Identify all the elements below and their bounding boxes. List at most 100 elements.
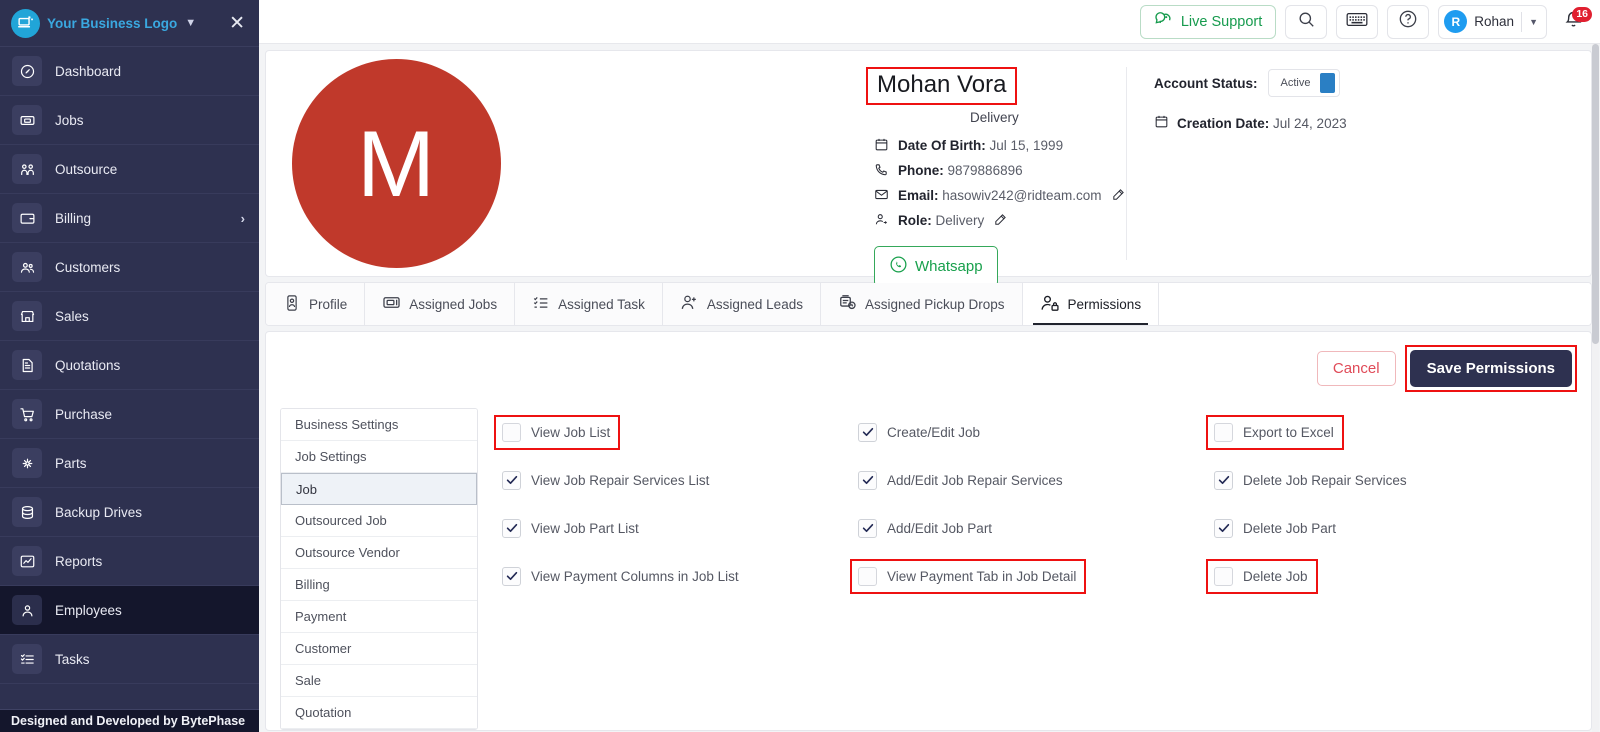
permission-toggle-view-payment-columns-in-job-list[interactable]: View Payment Columns in Job List [496,561,747,592]
dashboard-icon [12,56,42,86]
checkbox-icon[interactable] [1214,422,1233,442]
checkbox-icon[interactable] [858,470,877,490]
save-button-highlight: Save Permissions [1404,345,1577,392]
permission-category-outsource-vendor[interactable]: Outsource Vendor [281,537,477,569]
tab-assigned-leads[interactable]: Assigned Leads [662,283,821,325]
mail-icon [874,187,889,205]
profile-field-role: Role: Delivery [874,208,1126,233]
permission-toggle-add-edit-job-part[interactable]: Add/Edit Job Part [852,513,1000,544]
permission-toggle-export-to-excel[interactable]: Export to Excel [1206,414,1344,450]
permission-category-label: Sale [295,673,322,688]
backup-drives-icon [12,497,42,527]
sidebar-item-quotations[interactable]: Quotations [0,341,259,390]
live-support-button[interactable]: Live Support [1139,4,1277,39]
tab-assigned-task[interactable]: Assigned Task [515,283,663,325]
permission-toggle-view-payment-tab-in-job-detail[interactable]: View Payment Tab in Job Detail [849,558,1087,594]
status-badge-label: Active [1280,77,1311,89]
save-permissions-button[interactable]: Save Permissions [1409,350,1572,387]
notifications-button[interactable]: 16 [1556,5,1592,39]
permission-toggle-view-job-part-list[interactable]: View Job Part List [496,513,647,544]
scrollbar-thumb[interactable] [1592,44,1599,344]
checkbox-icon[interactable] [502,470,521,490]
permission-toggle-delete-job[interactable]: Delete Job [1206,558,1318,594]
permission-category-billing[interactable]: Billing [281,569,477,601]
checkbox-icon[interactable] [502,566,521,586]
permission-toggle-view-job-list[interactable]: View Job List [493,414,621,450]
sidebar-item-label: Tasks [55,651,90,667]
tab-label: Assigned Jobs [409,296,498,312]
sidebar-item-purchase[interactable]: Purchase [0,390,259,439]
permission-label: View Job List [531,424,611,440]
chevron-right-icon[interactable]: › [241,211,245,226]
checkbox-icon[interactable] [1214,470,1233,490]
permission-category-payment[interactable]: Payment [281,601,477,633]
chevron-down-icon[interactable]: ▼ [185,17,196,29]
tab-permissions[interactable]: Permissions [1022,283,1160,325]
permission-category-outsourced-job[interactable]: Outsourced Job [281,505,477,537]
sidebar-item-jobs[interactable]: Jobs [0,96,259,145]
checkbox-icon[interactable] [858,518,877,538]
permission-row: View Job Repair Services List Add/Edit Jo… [496,456,1577,504]
profile-field-label: Email: [898,188,939,203]
permission-label: View Payment Tab in Job Detail [887,568,1077,584]
account-status-label: Account Status: [1154,75,1258,91]
checkbox-icon[interactable] [1214,518,1233,538]
employee-name-highlight: Mohan Vora [866,67,1018,105]
sidebar-item-outsource[interactable]: Outsource [0,145,259,194]
divider [1521,11,1523,32]
sidebar-item-label: Parts [55,455,87,471]
status-toggle-knob[interactable] [1320,73,1336,93]
avatar: R [1444,10,1468,33]
edit-icon[interactable] [993,212,1008,230]
permission-category-business-settings[interactable]: Business Settings [281,409,477,441]
employee-profile-card: M Mohan Vora Delivery Date Of Birth: Jul… [265,50,1592,287]
permission-category-quotation[interactable]: Quotation [281,697,477,729]
cancel-button[interactable]: Cancel [1316,351,1396,386]
sidebar-item-tasks[interactable]: Tasks [0,635,259,684]
permission-category-label: Quotation [295,705,352,720]
permission-cell: Add/Edit Job Repair Services [852,465,1208,496]
whatsapp-button[interactable]: Whatsapp [874,246,998,287]
sidebar-item-customers[interactable]: Customers [0,243,259,292]
sidebar-item-billing[interactable]: Billing › [0,194,259,243]
keyboard-shortcuts-button[interactable] [1336,4,1379,39]
search-button[interactable] [1285,4,1328,39]
sidebar-brand[interactable]: Your Business Logo ▼ ✕ [0,0,259,47]
permission-toggle-view-job-repair-services-list[interactable]: View Job Repair Services List [496,465,717,496]
permission-toggle-create-edit-job[interactable]: Create/Edit Job [852,417,988,448]
sidebar-item-employees[interactable]: Employees [0,586,259,635]
checkbox-icon[interactable] [1214,566,1233,586]
edit-icon[interactable] [1111,187,1126,205]
checkbox-icon[interactable] [502,518,521,538]
sidebar-item-parts[interactable]: Parts [0,439,259,488]
permission-category-sale[interactable]: Sale [281,665,477,697]
sidebar: Your Business Logo ▼ ✕ Dashboard Jobs Outs… [0,0,259,732]
vertical-scrollbar[interactable] [1592,44,1599,732]
permission-label: Export to Excel [1243,424,1334,440]
tab-label: Assigned Pickup Drops [864,296,1005,312]
permission-toggle-add-edit-job-repair-services[interactable]: Add/Edit Job Repair Services [852,465,1071,496]
tab-assigned-pickup-drops[interactable]: Assigned Pickup Drops [820,283,1023,325]
close-icon[interactable]: ✕ [229,14,245,33]
checkbox-icon[interactable] [858,566,877,586]
permission-toggle-delete-job-part[interactable]: Delete Job Part [1208,513,1344,544]
checkbox-icon[interactable] [502,422,521,442]
sidebar-item-reports[interactable]: Reports [0,537,259,586]
help-button[interactable] [1387,4,1430,39]
checkbox-icon[interactable] [858,422,877,442]
sidebar-item-sales[interactable]: Sales [0,292,259,341]
permission-checkbox-grid: View Job List Create/Edit Job Export to Ex… [478,408,1577,730]
permission-category-job-settings[interactable]: Job Settings [281,441,477,473]
profile-field-value: 9879886896 [947,163,1023,178]
permission-category-job[interactable]: Job [281,473,477,505]
tab-profile[interactable]: Profile [266,283,366,325]
user-lock-icon [1040,293,1060,316]
status-badge[interactable]: Active [1267,69,1341,97]
permission-category-customer[interactable]: Customer [281,633,477,665]
sidebar-item-backup-drives[interactable]: Backup Drives [0,488,259,537]
user-menu[interactable]: R Rohan ▼ [1438,4,1547,39]
sidebar-item-dashboard[interactable]: Dashboard [0,47,259,96]
permission-toggle-delete-job-repair-services[interactable]: Delete Job Repair Services [1208,465,1415,496]
tab-assigned-jobs[interactable]: Assigned Jobs [365,283,516,325]
permission-cell: Add/Edit Job Part [852,513,1208,544]
